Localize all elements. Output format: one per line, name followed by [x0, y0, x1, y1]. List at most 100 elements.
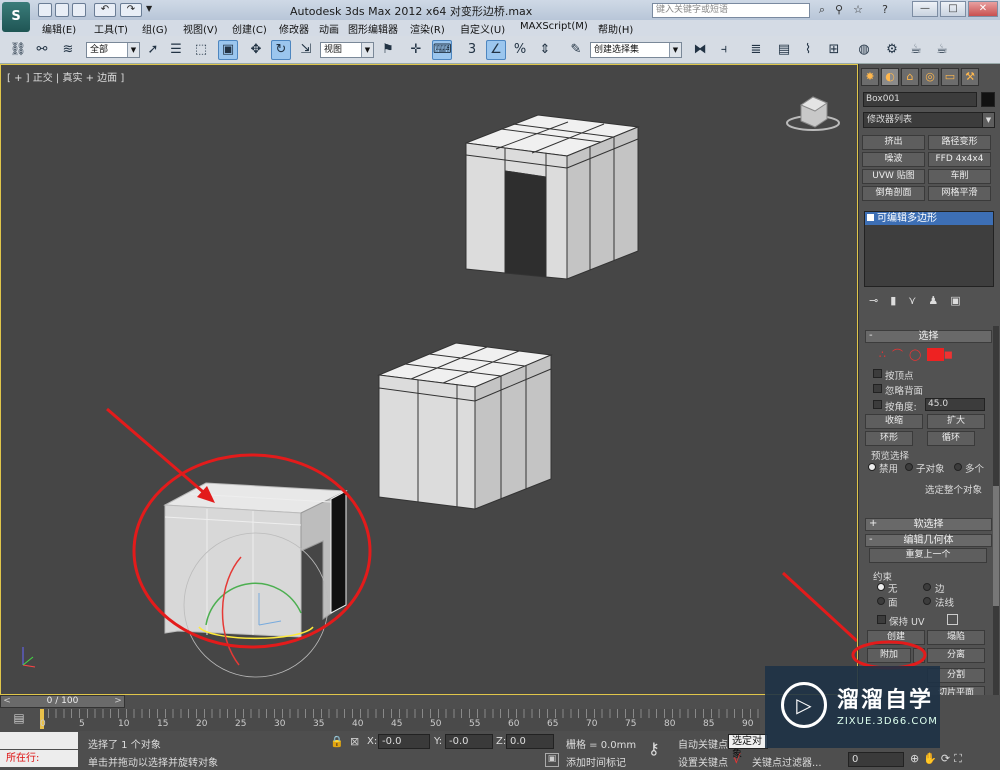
unlink-icon[interactable]: ⚯ — [32, 40, 52, 60]
select-by-name-icon[interactable]: ☰ — [166, 40, 186, 60]
modifier-meshsmooth-button[interactable]: 网格平滑 — [928, 186, 991, 201]
lock-icon[interactable]: 🔒 — [330, 735, 344, 748]
angle-spinner[interactable]: 45.0 — [925, 398, 985, 411]
menu-edit[interactable]: 编辑(E) — [42, 21, 76, 36]
menu-help[interactable]: 帮助(H) — [598, 21, 633, 36]
key-icon[interactable]: ⚷ — [648, 739, 660, 758]
edit-named-selection-icon[interactable]: ✎ — [566, 40, 586, 60]
edit-geometry-rollout-header[interactable]: - 编辑几何体 — [865, 534, 992, 547]
star-icon[interactable]: ☆ — [851, 3, 865, 17]
maximize-button[interactable]: □ — [940, 1, 966, 17]
modifier-ffd-button[interactable]: FFD 4x4x4 — [928, 152, 991, 167]
set-key-button[interactable]: 设置关键点 — [678, 754, 728, 769]
make-unique-icon[interactable]: ⋎ — [908, 294, 928, 307]
scale-icon[interactable]: ⇲ — [296, 40, 316, 60]
curve-editor-icon[interactable]: ⌇ — [798, 40, 818, 60]
search-icon[interactable]: ⌕ — [815, 3, 829, 17]
time-slider[interactable]: 0 / 100 — [0, 695, 125, 708]
pan-icon[interactable]: ✋ — [923, 752, 941, 765]
select-object-icon[interactable]: ➚ — [143, 40, 163, 60]
modifier-extrude-button[interactable]: 挤出 — [862, 135, 925, 150]
rectangular-selection-icon[interactable]: ⬚ — [191, 40, 211, 60]
collapse-button[interactable]: 塌陷 — [927, 630, 985, 645]
schematic-view-icon[interactable]: ⊞ — [824, 40, 844, 60]
bind-space-warp-icon[interactable]: ≋ — [58, 40, 78, 60]
menu-group[interactable]: 组(G) — [142, 21, 168, 36]
time-tag-icon[interactable]: ▣ — [545, 753, 559, 767]
menu-modifiers[interactable]: 修改器 — [279, 21, 309, 36]
menu-graph-editors[interactable]: 图形编辑器 — [348, 21, 398, 36]
selection-rollout-header[interactable]: - 选择 — [865, 330, 992, 343]
modifier-list-dropdown[interactable]: 修改器列表 ▼ — [863, 112, 995, 128]
new-file-icon[interactable] — [38, 3, 52, 17]
angle-snap-icon[interactable]: ∠ — [486, 40, 506, 60]
render-setup-icon[interactable]: ⚙ — [882, 40, 902, 60]
scrollbar-thumb[interactable] — [993, 486, 999, 606]
stack-item-editable-poly[interactable]: 可编辑多边形 — [865, 212, 993, 225]
shrink-button[interactable]: 收缩 — [865, 414, 923, 429]
ignore-backfacing-checkbox[interactable] — [873, 384, 882, 393]
link-icon[interactable]: ⛓ — [8, 40, 28, 60]
mini-curve-editor-icon[interactable]: ▤ — [6, 711, 32, 731]
constraint-none-radio[interactable] — [877, 583, 885, 591]
save-file-icon[interactable] — [72, 3, 86, 17]
open-file-icon[interactable] — [55, 3, 69, 17]
detach-button[interactable]: 分离 — [927, 648, 985, 663]
named-selection-dropdown[interactable]: 创建选择集 ▼ — [590, 42, 682, 58]
rendered-frame-window-icon[interactable]: ☕ — [906, 40, 926, 60]
vertex-subobject-icon[interactable]: ∴ — [879, 348, 892, 361]
ring-button[interactable]: 环形 — [865, 431, 913, 446]
preserve-uv-checkbox[interactable] — [877, 615, 886, 624]
preview-multi-radio[interactable] — [954, 463, 962, 471]
preserve-uv-settings-icon[interactable] — [947, 614, 958, 625]
z-coordinate-field[interactable]: 0.0 — [506, 734, 554, 749]
graphite-ribbon-icon[interactable]: ▤ — [774, 40, 794, 60]
preview-subobject-radio[interactable] — [905, 463, 913, 471]
menu-animation[interactable]: 动画 — [319, 21, 339, 36]
time-slider-next-icon[interactable]: > — [111, 695, 125, 708]
selection-filter-dropdown[interactable]: 全部 ▼ — [86, 42, 140, 58]
constraint-normal-radio[interactable] — [923, 597, 931, 605]
box-object-top[interactable] — [465, 114, 640, 280]
create-tab-icon[interactable]: ✸ — [861, 68, 879, 86]
by-angle-checkbox[interactable] — [873, 400, 882, 409]
hierarchy-tab-icon[interactable]: ⌂ — [901, 68, 919, 86]
menu-tools[interactable]: 工具(T) — [94, 21, 128, 36]
object-color-swatch[interactable] — [981, 92, 995, 107]
maximize-viewport-icon[interactable]: ⛶ — [954, 752, 966, 765]
zoom-icon[interactable]: ⊕ — [910, 752, 923, 765]
reference-coord-dropdown[interactable]: 视图 ▼ — [320, 42, 374, 58]
expand-icon[interactable] — [867, 214, 874, 221]
x-coordinate-field[interactable]: -0.0 — [378, 734, 430, 749]
panel-scrollbar[interactable] — [993, 326, 999, 695]
search-input[interactable]: 键入关键字或短语 — [652, 3, 810, 18]
pivot-center-icon[interactable]: ⚑ — [378, 40, 398, 60]
rotate-icon[interactable]: ↻ — [271, 40, 291, 60]
box-object-middle[interactable] — [377, 342, 553, 510]
remove-modifier-icon[interactable]: ♟ — [928, 294, 950, 307]
configure-modifier-sets-icon[interactable]: ▣ — [950, 294, 972, 307]
modifier-path-deform-button[interactable]: 路径变形 — [928, 135, 991, 150]
close-button[interactable]: ✕ — [968, 1, 998, 17]
time-slider-prev-icon[interactable]: < — [0, 695, 14, 708]
y-coordinate-field[interactable]: -0.0 — [445, 734, 493, 749]
render-production-icon[interactable]: ☕ — [932, 40, 952, 60]
element-subobject-icon[interactable]: ◼ — [944, 348, 959, 361]
perspective-viewport[interactable]: [ + ] 正交 | 真实 + 边面 ] — [0, 64, 858, 695]
menu-customize[interactable]: 自定义(U) — [460, 21, 505, 36]
layer-manager-icon[interactable]: ≣ — [746, 40, 766, 60]
utilities-tab-icon[interactable]: ⚒ — [961, 68, 979, 86]
loop-button[interactable]: 循环 — [927, 431, 975, 446]
select-manipulate-icon[interactable]: ✛ — [406, 40, 426, 60]
edge-subobject-icon[interactable]: ⌒ — [892, 348, 909, 361]
app-logo-icon[interactable]: S — [2, 2, 30, 32]
binoculars-icon[interactable]: ⚲ — [832, 3, 846, 17]
current-frame-field[interactable]: 0 — [848, 752, 904, 767]
selected-object-dropdown[interactable]: 选定对象 — [728, 734, 768, 760]
modifier-noise-button[interactable]: 噪波 — [862, 152, 925, 167]
pin-stack-icon[interactable]: ⊸ — [869, 294, 890, 307]
modify-tab-icon[interactable]: ◐ — [881, 68, 899, 86]
window-crossing-icon[interactable]: ▣ — [218, 40, 238, 60]
constraint-edge-radio[interactable] — [923, 583, 931, 591]
preview-off-radio[interactable] — [868, 463, 876, 471]
